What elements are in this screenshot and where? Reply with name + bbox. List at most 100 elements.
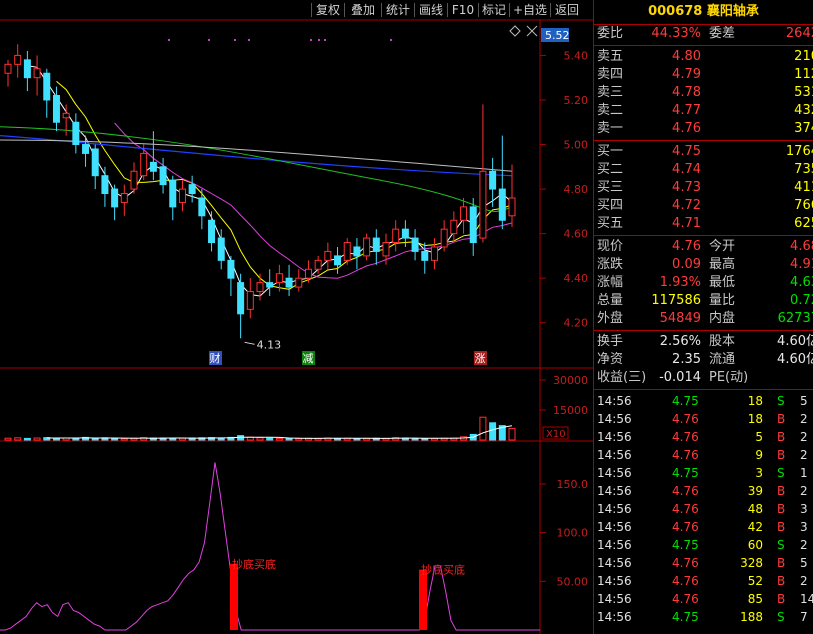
bids-row: 买一 4.75 1764	[594, 143, 813, 161]
tick-side: S	[777, 394, 785, 408]
tick-time: 14:56	[597, 502, 632, 516]
asks-label: 卖四	[597, 67, 624, 82]
marker-dot	[324, 39, 326, 41]
tick-row[interactable]: 14:56 4.76 85 B 14	[594, 590, 813, 608]
toolbar-button[interactable]: 标记	[480, 0, 508, 20]
asks-volume: 531	[794, 85, 813, 100]
tick-volume: 18	[747, 394, 763, 408]
candle-body	[159, 166, 167, 186]
tick-row[interactable]: 14:56 4.75 3 S 1	[594, 464, 813, 482]
tick-time: 14:56	[597, 592, 632, 606]
divider	[594, 235, 813, 236]
stat-value: 0.72	[790, 293, 813, 308]
tick-row[interactable]: 14:56 4.75 60 S 2	[594, 536, 813, 554]
toolbar-button[interactable]: F10	[449, 0, 477, 20]
toolbar-button[interactable]: 统计	[383, 0, 413, 20]
asks-label: 卖二	[597, 103, 624, 118]
tick-price: 4.76	[672, 412, 699, 426]
bids-label: 买四	[597, 198, 624, 213]
tick-time: 14:56	[597, 556, 632, 570]
volume-bar	[120, 438, 128, 441]
volume-bar	[111, 437, 119, 441]
candle-body	[498, 188, 506, 221]
tick-row[interactable]: 14:56 4.76 18 B 2	[594, 410, 813, 428]
tick-volume: 5	[755, 430, 763, 444]
candle-body	[353, 246, 361, 257]
signal-label: 抄底买底	[232, 557, 276, 571]
bids-volume: 735	[794, 162, 813, 177]
price-tick-label: 4.20	[564, 317, 589, 330]
volume-ma-line	[46, 425, 513, 439]
candle-body	[450, 219, 458, 235]
toolbar-button[interactable]: 复权	[313, 0, 343, 20]
candle-body	[178, 188, 186, 203]
tick-volume: 188	[740, 610, 763, 624]
tick-list[interactable]: 14:56 4.75 18 S 5 14:56 4.76 18 B 2 14:56 4.76 5 B 2 14…	[594, 392, 813, 626]
stat-label: 最高	[709, 257, 736, 272]
candle-body	[304, 268, 312, 279]
stock-name: 襄阳轴承	[706, 4, 759, 19]
bids-row: 买二 4.74 735	[594, 161, 813, 179]
event-marker-label: 财	[210, 351, 221, 365]
tick-price: 4.76	[672, 448, 699, 462]
tick-count: 2	[800, 430, 808, 444]
stat-value: 117586	[651, 293, 701, 308]
stat-row: 现价 4.76 今开 4.68	[594, 238, 813, 256]
candle-body	[382, 242, 390, 257]
event-marker-label: 减	[303, 352, 314, 365]
toolbar-button[interactable]: 画线	[416, 0, 446, 20]
info-row: 收益(三)-0.014PE(动)-	[594, 369, 813, 387]
candle-body	[23, 59, 31, 79]
volume-tick-label: 30000	[553, 374, 588, 387]
tick-row[interactable]: 14:56 4.76 328 B 5	[594, 554, 813, 572]
tick-time: 14:56	[597, 448, 632, 462]
bids-volume: 625	[794, 216, 813, 231]
stat-label: 外盘	[597, 311, 624, 326]
ma10-line	[56, 81, 513, 290]
asks-volume: 432	[794, 103, 813, 118]
price-tick-label: 5.00	[564, 139, 589, 152]
toolbar-button[interactable]: +自选	[511, 0, 549, 20]
stat-value: 4.91	[790, 257, 813, 272]
tick-row[interactable]: 14:56 4.75 188 S 7	[594, 608, 813, 626]
tick-volume: 60	[747, 538, 763, 552]
asks-row: 卖四 4.79 112	[594, 66, 813, 84]
tick-time: 14:56	[597, 412, 632, 426]
candle-body	[101, 175, 109, 195]
tick-row[interactable]: 14:56 4.76 48 B 3	[594, 500, 813, 518]
tick-time: 14:56	[597, 574, 632, 588]
info-label: 净资	[597, 352, 624, 367]
tick-row[interactable]: 14:56 4.76 9 B 2	[594, 446, 813, 464]
info-row: 换手 2.56% 股本 4.60亿	[594, 333, 813, 351]
tick-count: 2	[800, 484, 808, 498]
toolbar-separator	[414, 3, 415, 17]
toolbar-button[interactable]: 返回	[552, 0, 582, 20]
tick-row[interactable]: 14:56 4.75 18 S 5	[594, 392, 813, 410]
volume-bar	[275, 437, 283, 441]
bids-volume: 411	[794, 180, 813, 195]
weibi-value: 44.33%	[651, 26, 701, 41]
stat-label: 内盘	[709, 311, 736, 326]
stat-row: 涨跌 0.09 最高 4.91	[594, 256, 813, 274]
bids-volume: 766	[794, 198, 813, 213]
candle-body	[324, 250, 332, 261]
bids-label: 买二	[597, 162, 624, 177]
stat-label: 总量	[597, 293, 624, 308]
tick-row[interactable]: 14:56 4.76 39 B 2	[594, 482, 813, 500]
stock-code: 000678	[648, 4, 703, 19]
kline-chart-area[interactable]: 5.40 5.20 5.00 4.80 4.60 4.40 4.20 5.52 4.13 财 减 涨 3…	[0, 0, 593, 634]
tick-volume: 9	[755, 448, 763, 462]
marker-dot	[234, 39, 236, 41]
kline-chart[interactable]: 5.40 5.20 5.00 4.80 4.60 4.40 4.20 5.52 4.13 财 减 涨 3…	[0, 0, 593, 634]
tick-count: 2	[800, 538, 808, 552]
tick-row[interactable]: 14:56 4.76 5 B 2	[594, 428, 813, 446]
tick-volume: 52	[747, 574, 763, 588]
candle-body	[508, 197, 516, 217]
marker-dot	[208, 39, 210, 41]
tick-row[interactable]: 14:56 4.76 42 B 3	[594, 518, 813, 536]
stat-value: 4.68	[790, 239, 813, 254]
tick-price: 4.76	[672, 502, 699, 516]
toolbar-button[interactable]: 叠加	[346, 0, 380, 20]
tick-row[interactable]: 14:56 4.76 52 B 2	[594, 572, 813, 590]
candle-body	[72, 121, 80, 146]
